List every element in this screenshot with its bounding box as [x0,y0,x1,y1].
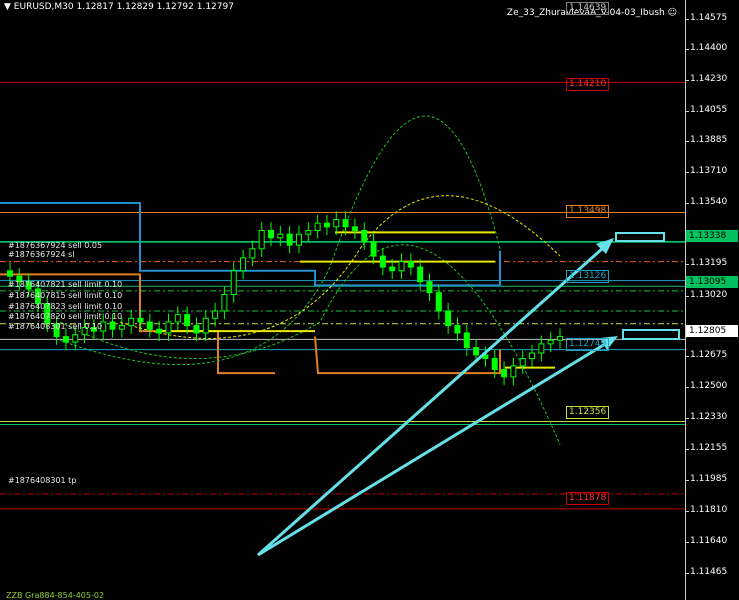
candle-body [491,358,498,371]
symbol-info: ▼ EURUSD,M30 1.12817 1.12829 1.12792 1.1… [4,2,234,12]
candle-body [333,219,340,228]
price-tick: 1.13195 [684,258,728,268]
order-label: #1876367924 sl [8,250,75,259]
candle-body [109,321,116,330]
candle-body [118,325,125,330]
candle-body [62,336,69,343]
order-label: #1876407821 sell limit 0.10 [8,280,123,289]
candle-body [146,321,153,330]
candle-body [473,347,480,356]
candle-body [305,229,312,235]
footer-text: ZZB Gra884-854-405-02 [6,591,105,600]
candle-body [370,240,377,257]
price-tick: 1.13020 [684,290,728,300]
candle-body [445,310,452,327]
candle-body [249,248,256,259]
candle-body [501,369,508,378]
level-tag-cyan-upper: 1.13126 [566,270,610,283]
dropdown-arrow-icon[interactable]: ▼ [4,2,14,12]
candle-body [398,261,405,272]
price-tick: 1.14575 [684,13,728,23]
candle-body [202,317,209,334]
level-tag-top: 1.14639 [566,2,610,15]
candle-body [230,270,237,296]
candle-body [314,222,321,231]
level-tag-red-top: 1.14210 [566,78,610,91]
arrow-line-lower [257,336,616,557]
tp-label: #1876408301 tp [8,476,77,485]
order-label: #1876407823 sell limit 0.10 [8,302,123,311]
price-axis[interactable]: 1.14575 1.14400 1.14230 1.14055 1.13885 … [684,0,739,600]
order-label: #1876408301 sell 0.10 [8,322,103,331]
candle-body [165,321,172,334]
candle-body [137,317,144,323]
price-tick: 1.14400 [684,43,728,53]
price-tick: 1.13540 [684,197,728,207]
candle-body [389,266,396,272]
candle-body [212,310,219,319]
level-tag-red-bottom: 1.11878 [566,492,610,505]
candle-body [435,292,442,312]
price-tick: 1.11985 [684,474,728,484]
candle-body [72,334,79,343]
candle-body [538,343,545,354]
candle-body [7,270,13,277]
channel-step-orange-2 [314,336,501,375]
candle-body [156,328,163,334]
target-box-lower [622,329,680,340]
candle-body [193,325,200,334]
candle-body [417,266,424,283]
candle-body [426,281,433,294]
price-badge-green-2: 1.13095 [686,276,738,288]
candle-body [295,233,302,246]
price-tick: 1.12330 [684,412,728,422]
candle-body [277,233,284,239]
candle-body [519,358,526,367]
candle-body [407,261,414,268]
candle-body [258,229,265,250]
level-tag-orange-upper: 1.13498 [566,205,610,218]
candle-body [361,229,368,242]
price-tick: 1.14055 [684,105,728,115]
candle-body [128,317,135,327]
order-label: #1876407820 sell limit 0.10 [8,312,123,321]
level-tag-blue-lower: 1.12749 [566,338,610,351]
candle-body [379,255,386,268]
chart-area[interactable]: ▼ EURUSD,M30 1.12817 1.12829 1.12792 1.1… [0,0,686,600]
arrow-line-upper [257,238,613,557]
candle-body [510,365,517,378]
level-tag-green-lower: 1.12356 [566,406,610,419]
price-tick: 1.12500 [684,381,728,391]
price-tick: 1.11465 [684,567,728,577]
candle-body [221,294,228,312]
price-tick: 1.11810 [684,505,728,515]
candle-body [174,314,181,323]
candle-body [463,332,470,349]
order-label: #1876367924 sell 0.05 [8,241,103,250]
price-tick: 1.14230 [684,74,728,84]
price-tick: 1.12155 [684,443,728,453]
price-tick: 1.12675 [684,350,728,360]
candle-body [351,226,358,231]
candle-body [342,219,349,228]
candle-body [184,314,191,327]
candle-body [286,233,293,246]
price-tick: 1.13885 [684,135,728,145]
candle-body [268,229,275,239]
smiley-icon: ☺ [667,8,677,18]
price-badge-green-1: 1.13338 [686,230,738,242]
candle-body [323,222,330,228]
order-label: #1876407815 sell limit 0.10 [8,291,123,300]
target-box-upper [615,232,665,242]
current-price-badge: 1.12805 [686,325,738,337]
price-tick: 1.11640 [684,536,728,546]
candle-body [557,336,563,341]
symbol-ohlc: EURUSD,M30 1.12817 1.12829 1.12792 1.127… [13,2,234,12]
candle-body [529,352,536,360]
candle-body [240,257,247,272]
candle-body [454,325,461,334]
price-tick: 1.13710 [684,166,728,176]
candle-body [547,339,554,345]
